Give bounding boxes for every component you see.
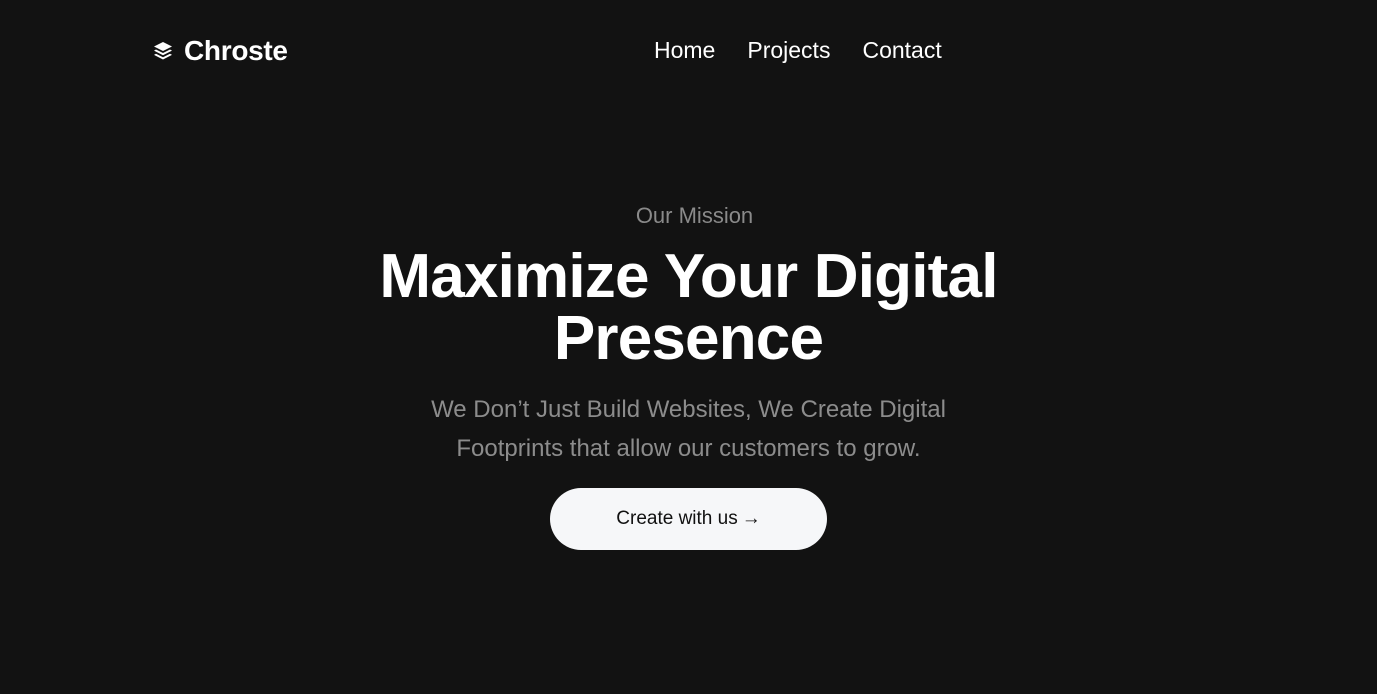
- nav-link-home[interactable]: Home: [654, 34, 715, 66]
- create-with-us-button[interactable]: Create with us →: [550, 488, 827, 550]
- hero-section: Our Mission Maximize Your Digital Presen…: [0, 198, 1377, 550]
- hero-subtitle: We Don’t Just Build Websites, We Create …: [389, 390, 989, 468]
- brand-logo-link[interactable]: Chroste: [152, 34, 288, 68]
- hero-subtitle-line-1: We Don’t Just Build Websites, We Create …: [431, 396, 946, 423]
- hero-headline: Maximize Your Digital Presence: [339, 246, 1039, 370]
- arrow-right-icon: →: [741, 508, 761, 529]
- page: Chroste Home Projects Contact Our Missio…: [0, 0, 1377, 694]
- main-nav: Home Projects Contact: [654, 34, 942, 66]
- brand-name: Chroste: [184, 35, 288, 66]
- navbar: Chroste Home Projects Contact: [0, 0, 1377, 100]
- nav-link-contact[interactable]: Contact: [862, 34, 941, 66]
- hero-eyebrow: Our Mission: [635, 203, 754, 228]
- hero-headline-line-1: Maximize Your Digital: [379, 242, 998, 311]
- nav-link-projects[interactable]: Projects: [747, 34, 830, 66]
- hero-subtitle-line-2: Footprints that allow our customers to g…: [456, 435, 921, 462]
- cta-label: Create with us: [616, 508, 738, 529]
- cta-wrapper: Create with us →: [0, 488, 1377, 550]
- hero-headline-line-2: Presence: [553, 304, 824, 373]
- layers-icon: [152, 40, 174, 62]
